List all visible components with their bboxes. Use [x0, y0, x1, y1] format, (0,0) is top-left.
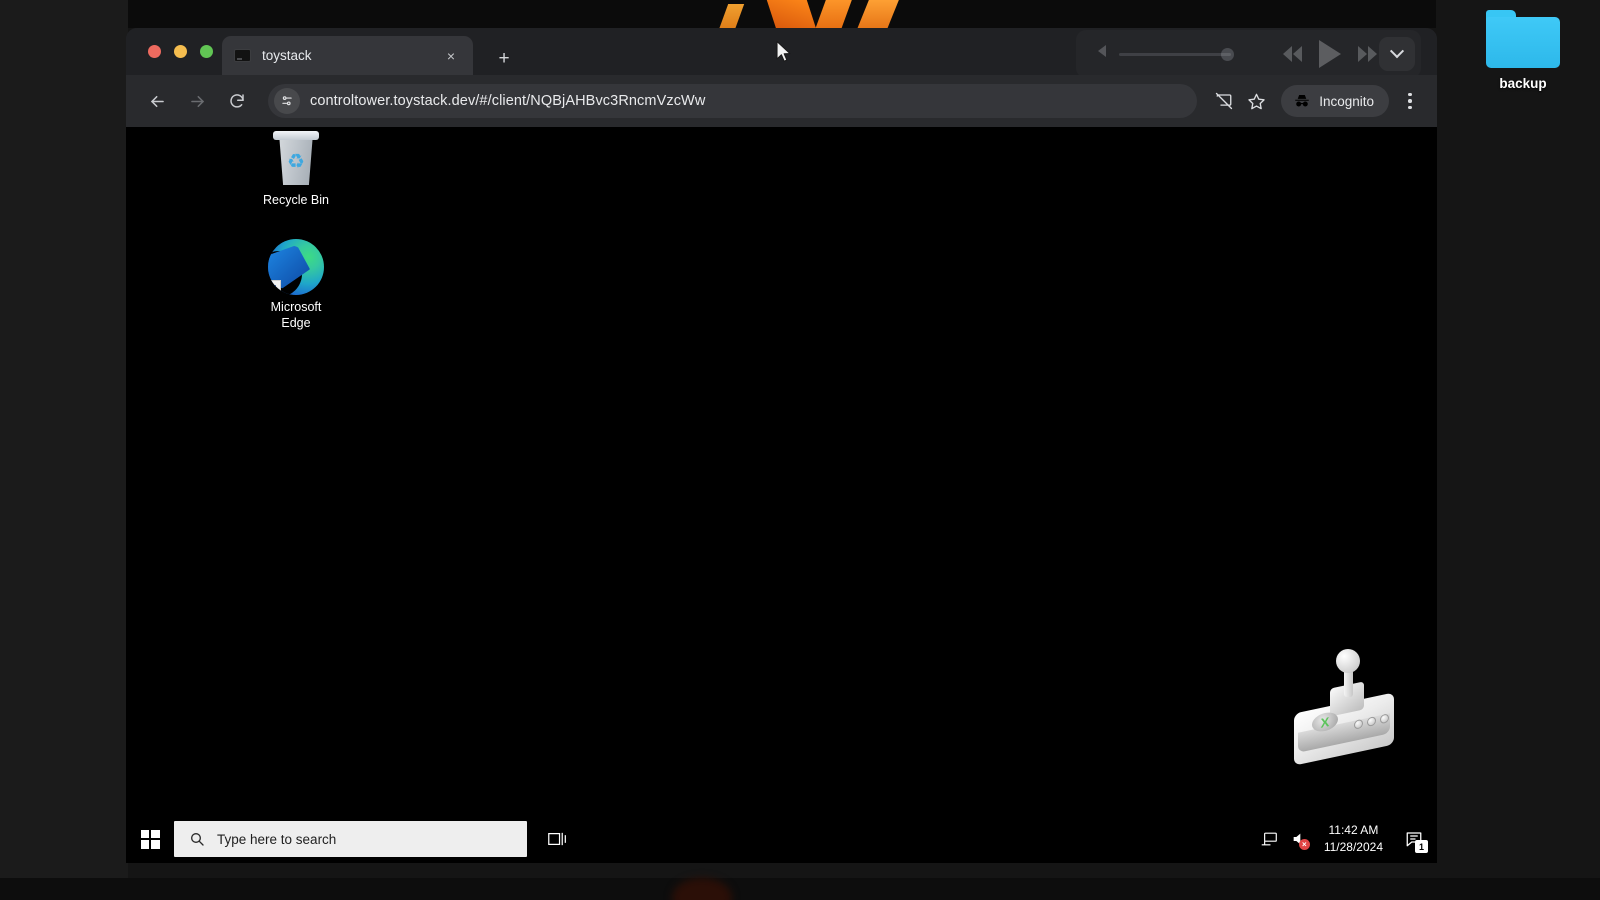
volume-slider-knob[interactable]	[1221, 48, 1234, 61]
volume-control[interactable]	[1098, 48, 1231, 60]
browser-window: toystack × +	[126, 28, 1437, 863]
desktop-icon-backup[interactable]: backup	[1478, 10, 1568, 91]
system-tray: × 11:42 AM 11/28/2024 1	[1254, 815, 1437, 863]
desktop-icon-label: backup	[1478, 76, 1568, 91]
browser-toolbar: controltower.toystack.dev/#/client/NQBjA…	[126, 75, 1437, 127]
joystick-image: X	[1288, 651, 1404, 769]
task-view-icon[interactable]	[535, 815, 581, 863]
wallpaper-right-band	[1436, 0, 1600, 900]
close-tab-button[interactable]: ×	[441, 46, 461, 66]
desktop-icon-microsoft-edge[interactable]: ↗ Microsoft Edge	[250, 239, 342, 331]
new-tab-button[interactable]: +	[490, 44, 518, 72]
microsoft-edge-icon: ↗	[268, 239, 324, 295]
page-viewport: ♻ Recycle Bin ↗ Microsoft Edge	[126, 127, 1437, 863]
volume-slider[interactable]	[1119, 53, 1231, 56]
notification-count-badge: 1	[1415, 840, 1428, 853]
rewind-icon[interactable]	[1283, 46, 1302, 62]
windows-start-icon[interactable]	[126, 815, 174, 863]
window-icon	[234, 49, 251, 62]
shortcut-badge-icon: ↗	[268, 280, 281, 295]
incognito-icon	[1293, 92, 1311, 110]
desktop-icon-label: Microsoft Edge	[250, 300, 342, 331]
profile-label: Incognito	[1319, 94, 1374, 109]
minimize-window-button[interactable]	[174, 45, 187, 58]
desktop-icon-recycle-bin[interactable]: ♻ Recycle Bin	[250, 130, 342, 209]
action-center-icon[interactable]: 1	[1395, 815, 1433, 863]
maximize-window-button[interactable]	[200, 45, 213, 58]
reload-icon[interactable]	[220, 84, 254, 118]
network-icon[interactable]	[1254, 815, 1284, 863]
mute-indicator: ×	[1299, 839, 1310, 850]
star-icon[interactable]	[1241, 86, 1271, 116]
volume-muted-icon[interactable]: ×	[1284, 815, 1314, 863]
recycle-bin-icon: ♻	[271, 130, 321, 188]
kebab-menu-icon[interactable]	[1397, 86, 1423, 116]
arrow-right-icon[interactable]	[180, 84, 214, 118]
clock-time: 11:42 AM	[1324, 822, 1383, 839]
wallpaper-bottom-band	[0, 878, 1600, 900]
play-icon[interactable]	[1319, 40, 1341, 68]
close-window-button[interactable]	[148, 45, 161, 58]
windows-taskbar: Type here to search	[126, 815, 1437, 863]
screen: backup toystack × +	[0, 0, 1600, 900]
profile-incognito-button[interactable]: Incognito	[1281, 85, 1389, 117]
cast-icon[interactable]	[1209, 86, 1239, 116]
wallpaper-left-band	[0, 0, 128, 900]
search-placeholder: Type here to search	[217, 832, 336, 847]
clock-date: 11/28/2024	[1324, 839, 1383, 856]
arrow-left-icon[interactable]	[140, 84, 174, 118]
taskbar-search-input[interactable]: Type here to search	[174, 821, 527, 857]
desktop-icon-label: Recycle Bin	[250, 193, 342, 209]
search-icon	[188, 831, 205, 848]
window-controls	[148, 45, 213, 58]
tab-title: toystack	[262, 48, 441, 63]
url-text[interactable]: controltower.toystack.dev/#/client/NQBjA…	[310, 93, 1189, 109]
taskbar-clock[interactable]: 11:42 AM 11/28/2024	[1314, 822, 1395, 856]
volume-icon	[1098, 48, 1110, 60]
page-settings-icon[interactable]	[274, 88, 300, 114]
tab-toystack[interactable]: toystack ×	[222, 36, 473, 75]
address-bar[interactable]: controltower.toystack.dev/#/client/NQBjA…	[268, 84, 1197, 118]
joystick-button-label: X	[1321, 715, 1330, 730]
fast-forward-icon[interactable]	[1358, 46, 1377, 62]
media-transport-controls	[1283, 40, 1377, 68]
mouse-pointer-icon	[775, 40, 793, 64]
chevron-down-icon[interactable]	[1379, 37, 1415, 71]
folder-icon	[1486, 10, 1560, 70]
media-control-overlay	[1076, 30, 1421, 78]
